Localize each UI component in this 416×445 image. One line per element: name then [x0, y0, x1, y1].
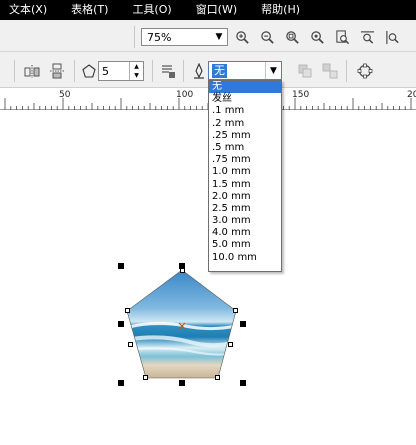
menu-table[interactable]: 表格(T)	[66, 0, 113, 20]
zoom-out-icon[interactable]	[258, 28, 276, 46]
mirror-vertical-icon[interactable]	[48, 62, 66, 80]
outline-width-option[interactable]: 4.0 mm	[209, 227, 281, 239]
toolbar-separator	[346, 60, 347, 82]
zoom-level-value: 75%	[147, 30, 172, 44]
zoom-level-select[interactable]: 75% ▼	[141, 28, 228, 46]
spin-up-icon[interactable]: ▲	[130, 62, 143, 71]
chevron-down-icon[interactable]: ▼	[211, 29, 227, 45]
outline-width-option[interactable]: .1 mm	[209, 105, 281, 117]
zoom-width-icon[interactable]	[358, 28, 376, 46]
outline-width-value: 无	[212, 63, 227, 78]
polygon-icon	[80, 62, 98, 80]
selected-polygon-object[interactable]	[115, 260, 250, 392]
polygon-sides-spinbox[interactable]: 5 ▲ ▼	[98, 61, 144, 81]
ruler-label: 150	[292, 90, 310, 100]
outline-width-option[interactable]: .2 mm	[209, 118, 281, 130]
outline-width-option[interactable]: 3.0 mm	[209, 215, 281, 227]
outline-width-option[interactable]: 发丝	[209, 93, 281, 105]
polygon-node[interactable]	[180, 268, 185, 273]
zoom-selected-icon[interactable]	[283, 28, 301, 46]
toolbar-separator	[14, 60, 15, 82]
menu-bar: 文本(X) 表格(T) 工具(O) 窗口(W) 帮助(H)	[0, 0, 416, 20]
ruler-label: 20	[407, 90, 416, 100]
break-apart-icon[interactable]	[321, 62, 339, 80]
outline-width-option[interactable]: .25 mm	[209, 130, 281, 142]
mirror-horizontal-icon[interactable]	[23, 62, 41, 80]
toolbar-separator	[74, 60, 75, 82]
polygon-sides-value: 5	[102, 64, 109, 78]
zoom-all-icon[interactable]	[308, 28, 326, 46]
selection-handle[interactable]	[240, 380, 246, 386]
polygon-node[interactable]	[128, 342, 133, 347]
outline-width-dropdown-list[interactable]: 无发丝 .1 mm .2 mm .25 mm .5 mm .75 mm 1.0 mm 1.5 …	[208, 80, 282, 272]
outline-width-option[interactable]: 2.0 mm	[209, 191, 281, 203]
convert-to-curves-icon[interactable]	[356, 62, 374, 80]
polygon-node[interactable]	[228, 342, 233, 347]
polygon-beach-image[interactable]	[115, 260, 250, 392]
selection-handle[interactable]	[240, 321, 246, 327]
outline-width-option[interactable]: .5 mm	[209, 142, 281, 154]
outline-width-option[interactable]: .75 mm	[209, 154, 281, 166]
outline-width-option[interactable]: 1.0 mm	[209, 166, 281, 178]
outline-width-option[interactable]: 2.5 mm	[209, 203, 281, 215]
outline-width-option[interactable]: 10.0 mm	[209, 252, 281, 264]
standard-toolbar: 75% ▼	[0, 20, 416, 52]
selection-handle[interactable]	[118, 380, 124, 386]
outline-width-select[interactable]: 无 ▼	[208, 61, 282, 80]
toolbar-separator	[134, 26, 135, 48]
menu-tools[interactable]: 工具(O)	[127, 0, 176, 20]
menu-help[interactable]: 帮助(H)	[256, 0, 305, 20]
chevron-down-icon[interactable]: ▼	[265, 62, 281, 79]
outline-width-option[interactable]: 5.0 mm	[209, 239, 281, 251]
spin-down-icon[interactable]: ▼	[130, 71, 143, 80]
zoom-height-icon[interactable]	[383, 28, 401, 46]
selection-handle[interactable]	[118, 321, 124, 327]
zoom-in-icon[interactable]	[233, 28, 251, 46]
spin-arrows[interactable]: ▲ ▼	[129, 62, 143, 80]
polygon-node[interactable]	[233, 308, 238, 313]
outline-pen-icon	[190, 62, 208, 80]
outline-width-option[interactable]: 1.5 mm	[209, 179, 281, 191]
selection-handle[interactable]	[179, 380, 185, 386]
ruler-label: 50	[59, 90, 71, 100]
toolbar-separator	[152, 60, 153, 82]
outline-width-option[interactable]: 无	[209, 81, 281, 94]
menu-text[interactable]: 文本(X)	[4, 0, 52, 20]
combine-icon[interactable]	[296, 62, 314, 80]
polygon-node[interactable]	[143, 375, 148, 380]
wrap-paragraph-text-icon[interactable]	[159, 62, 177, 80]
toolbar-separator	[183, 60, 184, 82]
zoom-page-icon[interactable]	[333, 28, 351, 46]
menu-window[interactable]: 窗口(W)	[191, 0, 242, 20]
ruler-label: 100	[176, 90, 194, 100]
selection-handle[interactable]	[118, 263, 124, 269]
polygon-node[interactable]	[215, 375, 220, 380]
polygon-node[interactable]	[125, 308, 130, 313]
